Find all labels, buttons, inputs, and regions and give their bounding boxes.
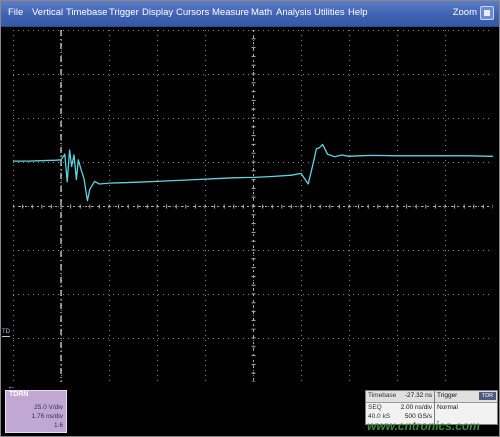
menu-display[interactable]: Display	[142, 7, 173, 18]
channel-time-per-div: 1.76 ns/div	[31, 413, 63, 420]
channel-volts-per-div: 25.0 V/div	[34, 404, 63, 411]
trigger-badge: TDR	[479, 392, 496, 400]
menu-trigger[interactable]: Trigger	[109, 7, 139, 18]
waveform-display[interactable]	[13, 30, 493, 382]
oscilloscope-window: File Vertical Timebase Trigger Display C…	[0, 0, 500, 437]
timebase-time-per-div: 2.00 ns/div	[400, 404, 432, 411]
window-toggle-icon[interactable]	[480, 6, 494, 20]
channel-descriptor[interactable]: TDRN 25.0 V/div 1.76 ns/div 1.6	[5, 390, 67, 433]
menu-timebase[interactable]: Timebase	[66, 7, 107, 18]
timebase-label: Timebase	[368, 392, 397, 399]
zoom-button[interactable]: Zoom	[453, 7, 477, 18]
channel-extra: 1.6	[53, 422, 63, 429]
timebase-value: -27.32 ns	[404, 392, 432, 399]
menu-bar: File Vertical Timebase Trigger Display C…	[1, 1, 499, 27]
menu-vertical[interactable]: Vertical	[32, 7, 63, 18]
menu-measure[interactable]: Measure	[212, 7, 249, 18]
reference-marker-tick	[2, 336, 10, 337]
timebase-mode: SEQ	[368, 404, 382, 411]
menu-utilities[interactable]: Utilities	[314, 7, 345, 18]
reference-marker[interactable]: TD	[2, 329, 10, 337]
menu-analysis[interactable]: Analysis	[276, 7, 311, 18]
menu-help[interactable]: Help	[348, 7, 368, 18]
trigger-mode: Normal	[437, 404, 458, 411]
reference-marker-label: TD	[2, 329, 10, 335]
waveform-plot	[13, 30, 493, 382]
trigger-label: Trigger	[437, 392, 458, 399]
watermark-text: www.cntronics.com	[367, 419, 480, 433]
menu-file[interactable]: File	[8, 7, 23, 18]
menu-cursors[interactable]: Cursors	[176, 7, 209, 18]
channel-name: TDRN	[9, 391, 29, 398]
menu-math[interactable]: Math	[251, 7, 272, 18]
